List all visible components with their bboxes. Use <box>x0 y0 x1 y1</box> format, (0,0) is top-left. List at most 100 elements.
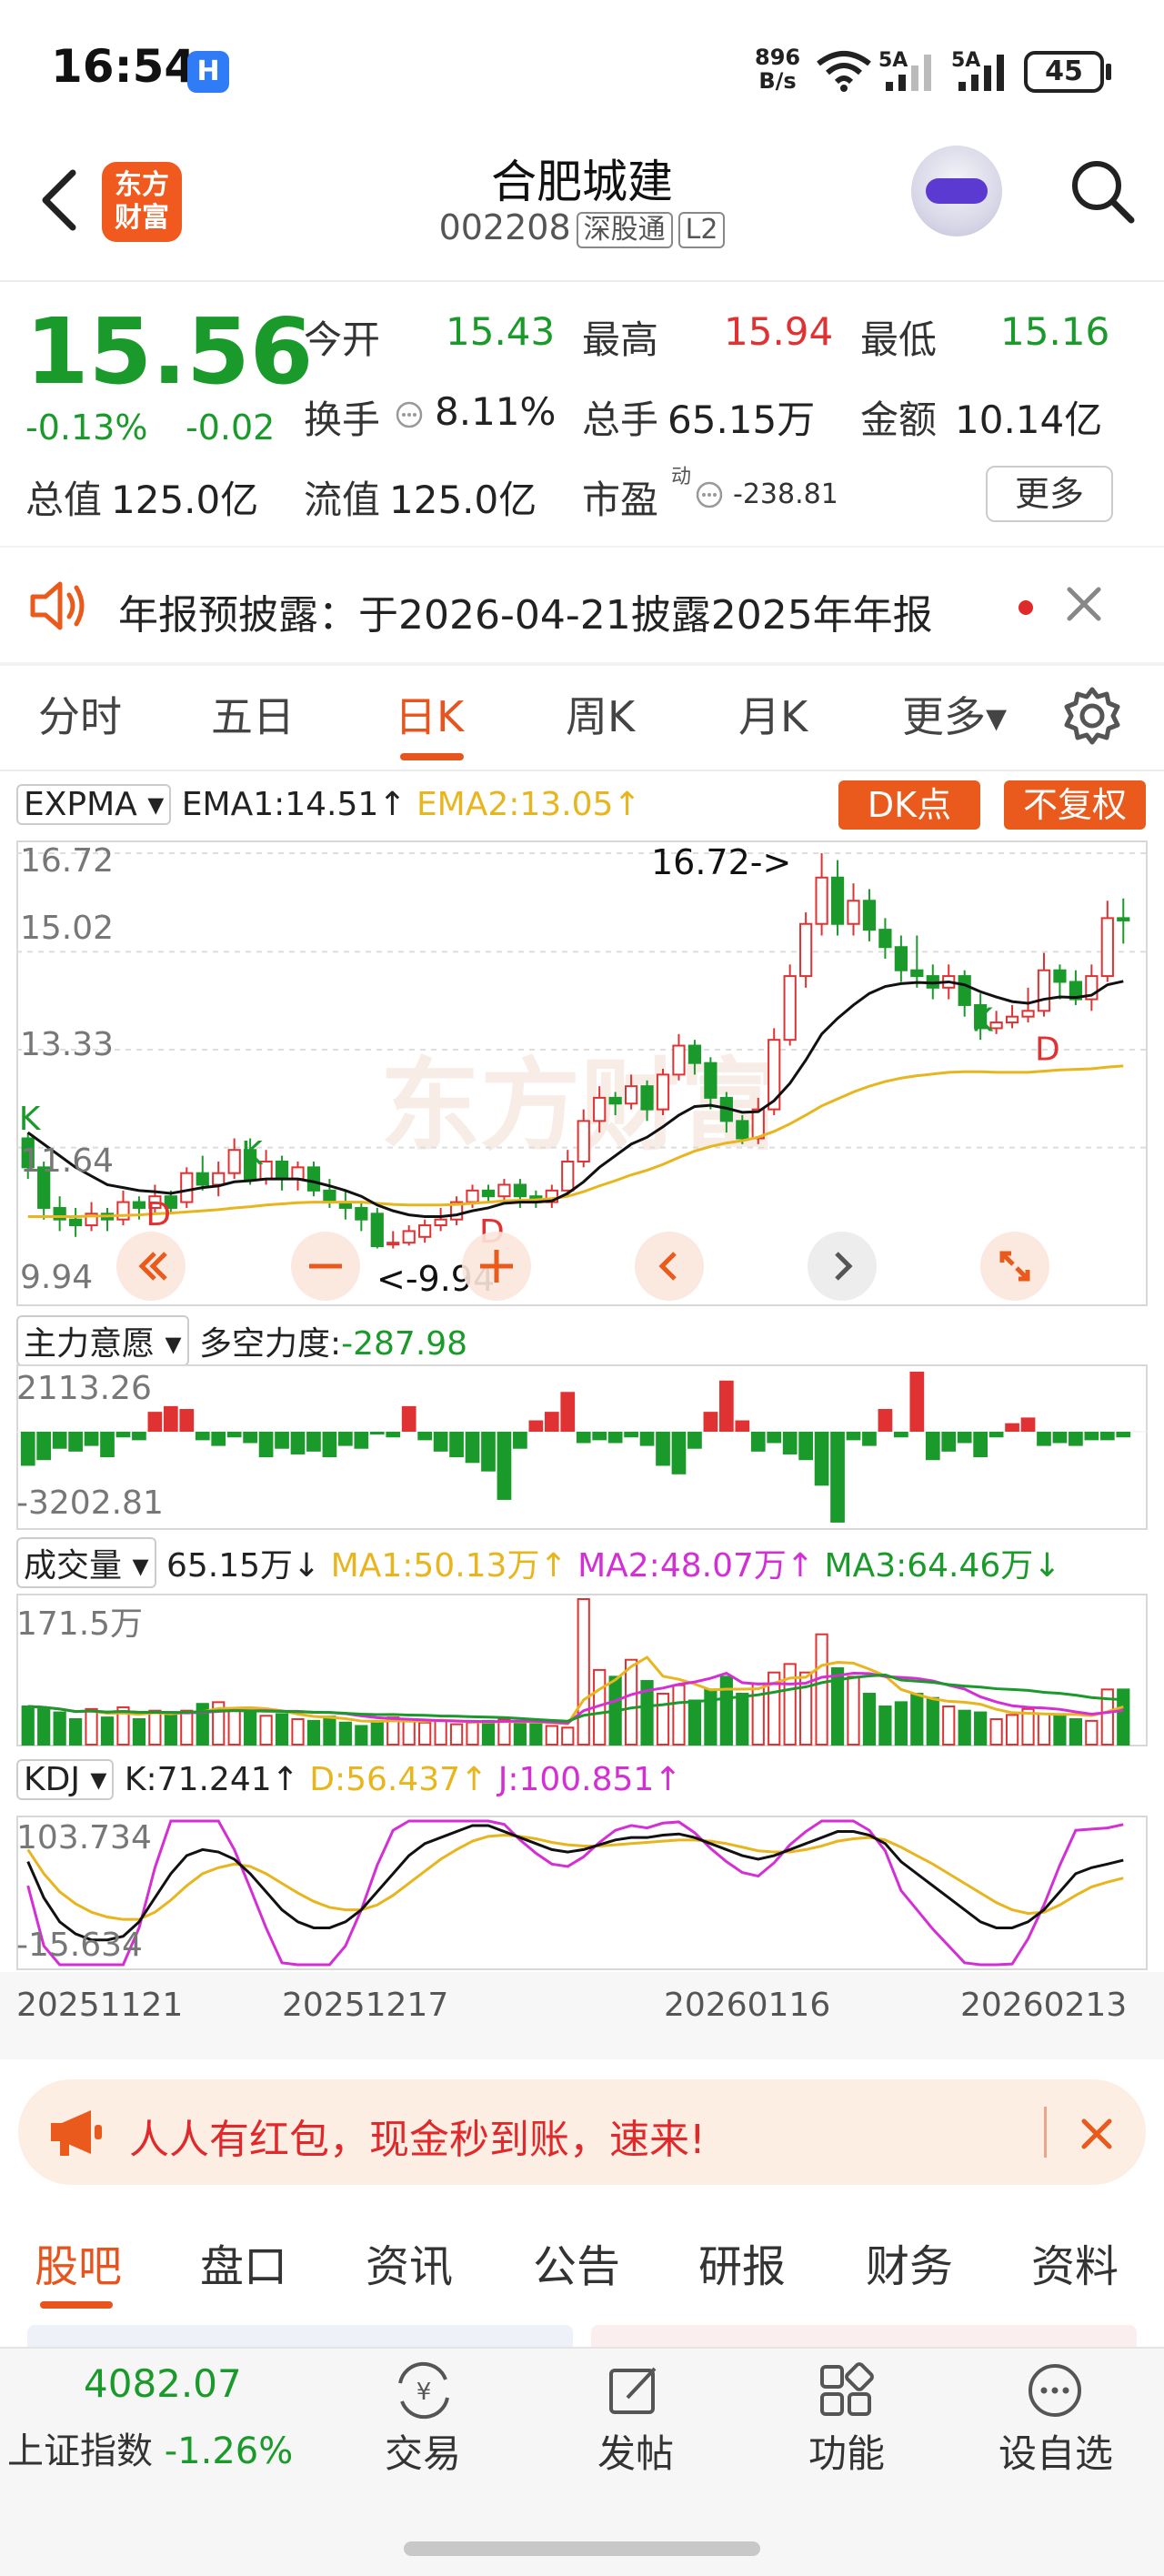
functions-icon[interactable] <box>817 2361 875 2420</box>
tab-research[interactable]: 研报 <box>698 2230 786 2294</box>
candle-down <box>640 1085 654 1111</box>
tab-news[interactable]: 资讯 <box>366 2230 453 2294</box>
search-icon[interactable] <box>1066 155 1139 227</box>
adjust-button[interactable]: 不复权 <box>1004 780 1146 830</box>
trade-icon[interactable]: ¥ <box>389 2361 458 2420</box>
post-icon[interactable] <box>606 2361 664 2420</box>
tab-monthly-k[interactable]: 月K <box>738 684 808 744</box>
volume-chart[interactable] <box>16 1594 1148 1746</box>
notification-app-icon: H <box>187 51 229 93</box>
volume-bar <box>989 1718 1003 1746</box>
nav-post[interactable]: 发帖 <box>567 2423 704 2479</box>
candle-up <box>751 1108 765 1140</box>
tab-pankou[interactable]: 盘口 <box>200 2230 287 2294</box>
info-dots-icon[interactable] <box>395 400 424 429</box>
pe-info-icon[interactable] <box>695 480 724 509</box>
volume-bar <box>561 1726 575 1746</box>
rewind-icon[interactable] <box>115 1230 187 1303</box>
tab-financials[interactable]: 财务 <box>866 2230 953 2294</box>
zoom-in-icon[interactable] <box>460 1230 533 1303</box>
kdj-j-value: J:100.851 <box>497 1761 655 1798</box>
volume-bar <box>783 1663 797 1746</box>
promo-close-icon[interactable] <box>1079 2116 1115 2152</box>
connect-tag: 深股通 <box>576 211 673 248</box>
kdj-indicator-select[interactable]: KDJ ▾ <box>16 1759 115 1800</box>
tab-profile[interactable]: 资料 <box>1031 2230 1119 2294</box>
tab-daily-k[interactable]: 日K <box>395 684 464 744</box>
mainforce-indicator-select[interactable]: 主力意愿 ▾ <box>16 1315 189 1366</box>
mainforce-bar-negative <box>814 1431 829 1486</box>
candle-up <box>497 1183 511 1198</box>
candle-down <box>370 1213 384 1247</box>
index-value[interactable]: 4082.07 <box>84 2361 242 2406</box>
candle-down <box>306 1166 321 1192</box>
volume-bar <box>815 1633 828 1746</box>
kline-y-label-0: 16.72 <box>20 842 115 880</box>
mainforce-bar-negative <box>862 1431 877 1446</box>
more-quote-button[interactable]: 更多 <box>986 466 1113 522</box>
fullscreen-icon[interactable] <box>978 1230 1051 1303</box>
change-value: -0.02 <box>186 408 276 448</box>
signal-1-icon <box>886 55 931 91</box>
turnover-label: 换手 <box>304 397 381 442</box>
promo-text[interactable]: 人人有红包，现金秒到账，速来! <box>129 2107 706 2165</box>
mainforce-bar-negative <box>656 1431 670 1466</box>
zoom-out-icon[interactable] <box>289 1230 362 1303</box>
volume-bar <box>259 1715 273 1746</box>
volume-bar <box>656 1693 670 1746</box>
gear-icon[interactable] <box>1060 684 1124 748</box>
tab-weekly-k[interactable]: 周K <box>566 684 635 744</box>
tab-announcements[interactable]: 公告 <box>533 2230 620 2294</box>
volume-bar <box>449 1723 464 1746</box>
open-label: 今开 <box>304 317 381 362</box>
nav-trade[interactable]: 交易 <box>355 2423 491 2479</box>
kdj-chart[interactable] <box>16 1816 1148 1970</box>
volume-indicator-name: 成交量 <box>24 1547 123 1585</box>
candle-up <box>561 1160 575 1192</box>
ma2-value: MA2:48.07万 <box>577 1547 787 1585</box>
mainforce-bar-negative <box>68 1431 83 1452</box>
tab-intraday[interactable]: 分时 <box>38 684 122 744</box>
volume-bar <box>68 1718 83 1746</box>
nav-add-watchlist[interactable]: 设自选 <box>988 2423 1124 2479</box>
index-row[interactable]: 上证指数 -1.26% <box>7 2421 293 2474</box>
kline-y-label-4: 9.94 <box>20 1259 94 1296</box>
volume-bar <box>719 1675 733 1746</box>
chevron-left-icon[interactable] <box>633 1230 706 1303</box>
tab-five-day[interactable]: 五日 <box>211 684 295 744</box>
nav-functions[interactable]: 功能 <box>778 2423 915 2479</box>
mainforce-bar-negative <box>465 1431 480 1464</box>
candle-down <box>878 929 892 949</box>
mainforce-bar-negative <box>100 1431 115 1458</box>
pe-label: 市盈 <box>582 478 659 522</box>
kdj-top-label: 103.734 <box>16 1819 152 1857</box>
candle-down <box>958 975 971 1006</box>
volume-bar <box>100 1716 115 1746</box>
network-speed-value: 896 <box>755 45 801 70</box>
volume-bar <box>672 1684 686 1746</box>
tab-guba[interactable]: 股吧 <box>35 2230 122 2294</box>
volume-bar <box>687 1699 702 1746</box>
candle-up <box>1100 917 1114 978</box>
mainforce-bar-negative <box>957 1431 972 1444</box>
mainforce-bar-negative <box>433 1431 448 1452</box>
candle-up <box>180 1172 194 1203</box>
last-price: 15.56 <box>25 298 314 405</box>
volume-bar <box>85 1707 98 1746</box>
notice-text[interactable]: 年报预披露：于2026-04-21披露2025年年报 <box>118 582 933 640</box>
volume-indicator-select[interactable]: 成交量 ▾ <box>16 1537 156 1588</box>
mainforce-bar-negative <box>306 1431 321 1452</box>
mainforce-indicator-name: 主力意愿 <box>24 1325 156 1363</box>
add-watchlist-icon[interactable] <box>1026 2361 1084 2420</box>
chevron-right-icon[interactable] <box>806 1230 878 1303</box>
close-icon[interactable] <box>1064 584 1104 624</box>
mainforce-bar-negative <box>20 1431 35 1466</box>
candle-down <box>323 1189 336 1203</box>
dk-point-button[interactable]: DK点 <box>838 780 980 830</box>
candle-up <box>593 1096 607 1122</box>
mainforce-bar-negative <box>941 1431 957 1452</box>
kdj-j-line <box>26 1819 1124 1967</box>
kline-indicator-select[interactable]: EXPMA ▾ <box>16 784 172 825</box>
tab-more-periods[interactable]: 更多▾ <box>902 684 1007 744</box>
mainforce-chart[interactable] <box>16 1364 1148 1530</box>
